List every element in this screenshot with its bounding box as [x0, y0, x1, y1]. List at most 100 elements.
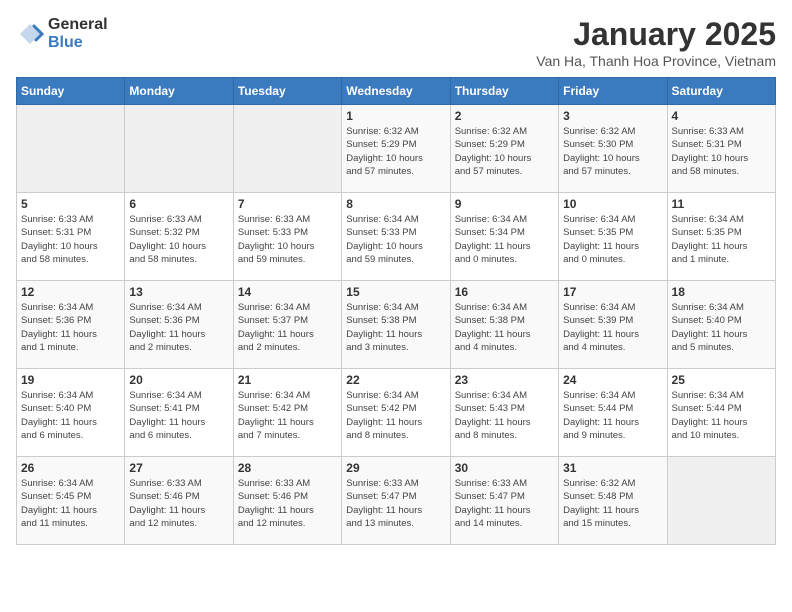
day-number: 31: [563, 461, 662, 475]
day-info: Sunrise: 6:34 AM Sunset: 5:39 PM Dayligh…: [563, 301, 662, 354]
calendar-table: SundayMondayTuesdayWednesdayThursdayFrid…: [16, 77, 776, 545]
calendar-cell: 9Sunrise: 6:34 AM Sunset: 5:34 PM Daylig…: [450, 193, 558, 281]
calendar-cell: 5Sunrise: 6:33 AM Sunset: 5:31 PM Daylig…: [17, 193, 125, 281]
day-info: Sunrise: 6:34 AM Sunset: 5:44 PM Dayligh…: [563, 389, 662, 442]
logo-blue: Blue: [48, 34, 83, 51]
weekday-header: Wednesday: [342, 78, 450, 105]
day-number: 24: [563, 373, 662, 387]
day-number: 17: [563, 285, 662, 299]
calendar-cell: 26 Sunrise: 6:34 AM Sunset: 5:45 PM Dayli…: [17, 457, 125, 545]
calendar-cell: 23Sunrise: 6:34 AM Sunset: 5:43 PM Dayli…: [450, 369, 558, 457]
page-header: General Blue January 2025 Van Ha, Thanh …: [16, 16, 776, 69]
day-number: 5: [21, 197, 120, 211]
day-info: Sunrise: 6:33 AM Sunset: 5:47 PM Dayligh…: [455, 477, 554, 530]
calendar-week-row: 19 Sunrise: 6:34 AM Sunset: 5:40 PM Dayli…: [17, 369, 776, 457]
calendar-cell: 8 Sunrise: 6:34 AM Sunset: 5:33 PM Daylig…: [342, 193, 450, 281]
calendar-cell: 16 Sunrise: 6:34 AM Sunset: 5:38 PM Dayli…: [450, 281, 558, 369]
calendar-cell: 28 Sunrise: 6:33 AM Sunset: 5:46 PM Dayli…: [233, 457, 341, 545]
day-info: Sunrise: 6:34 AM Sunset: 5:34 PM Dayligh…: [455, 213, 554, 266]
calendar-week-row: 12 Sunrise: 6:34 AM Sunset: 5:36 PM Dayli…: [17, 281, 776, 369]
calendar-cell: 12 Sunrise: 6:34 AM Sunset: 5:36 PM Dayli…: [17, 281, 125, 369]
day-number: 19: [21, 373, 120, 387]
calendar-cell: 21 Sunrise: 6:34 AM Sunset: 5:42 PM Dayli…: [233, 369, 341, 457]
calendar-cell: 14Sunrise: 6:34 AM Sunset: 5:37 PM Dayli…: [233, 281, 341, 369]
day-number: 30: [455, 461, 554, 475]
day-number: 11: [672, 197, 771, 211]
day-number: 8: [346, 197, 445, 211]
day-info: Sunrise: 6:33 AM Sunset: 5:32 PM Dayligh…: [129, 213, 228, 266]
day-number: 12: [21, 285, 120, 299]
day-number: 13: [129, 285, 228, 299]
calendar-cell: 2 Sunrise: 6:32 AM Sunset: 5:29 PM Daylig…: [450, 105, 558, 193]
day-number: 7: [238, 197, 337, 211]
calendar-cell: 19 Sunrise: 6:34 AM Sunset: 5:40 PM Dayli…: [17, 369, 125, 457]
day-info: Sunrise: 6:34 AM Sunset: 5:40 PM Dayligh…: [21, 389, 120, 442]
calendar-week-row: 26 Sunrise: 6:34 AM Sunset: 5:45 PM Dayli…: [17, 457, 776, 545]
day-info: Sunrise: 6:34 AM Sunset: 5:36 PM Dayligh…: [21, 301, 120, 354]
day-info: Sunrise: 6:34 AM Sunset: 5:33 PM Dayligh…: [346, 213, 445, 266]
calendar-cell: 7 Sunrise: 6:33 AM Sunset: 5:33 PM Daylig…: [233, 193, 341, 281]
day-number: 4: [672, 109, 771, 123]
day-number: 27: [129, 461, 228, 475]
weekday-header: Thursday: [450, 78, 558, 105]
day-info: Sunrise: 6:33 AM Sunset: 5:33 PM Dayligh…: [238, 213, 337, 266]
calendar-cell: 24 Sunrise: 6:34 AM Sunset: 5:44 PM Dayli…: [559, 369, 667, 457]
calendar-cell: 25Sunrise: 6:34 AM Sunset: 5:44 PM Dayli…: [667, 369, 775, 457]
day-info: Sunrise: 6:33 AM Sunset: 5:47 PM Dayligh…: [346, 477, 445, 530]
day-info: Sunrise: 6:34 AM Sunset: 5:42 PM Dayligh…: [238, 389, 337, 442]
day-info: Sunrise: 6:33 AM Sunset: 5:46 PM Dayligh…: [238, 477, 337, 530]
calendar-cell: 27Sunrise: 6:33 AM Sunset: 5:46 PM Dayli…: [125, 457, 233, 545]
calendar-cell: [125, 105, 233, 193]
calendar-cell: 11 Sunrise: 6:34 AM Sunset: 5:35 PM Dayli…: [667, 193, 775, 281]
logo: General Blue: [16, 16, 108, 52]
calendar-cell: [667, 457, 775, 545]
logo-icon: [16, 20, 44, 48]
calendar-cell: 15 Sunrise: 6:34 AM Sunset: 5:38 PM Dayli…: [342, 281, 450, 369]
day-number: 26: [21, 461, 120, 475]
calendar-cell: 31Sunrise: 6:32 AM Sunset: 5:48 PM Dayli…: [559, 457, 667, 545]
day-number: 6: [129, 197, 228, 211]
location-subtitle: Van Ha, Thanh Hoa Province, Vietnam: [536, 53, 776, 69]
calendar-cell: 30 Sunrise: 6:33 AM Sunset: 5:47 PM Dayli…: [450, 457, 558, 545]
day-number: 20: [129, 373, 228, 387]
day-number: 22: [346, 373, 445, 387]
title-area: January 2025 Van Ha, Thanh Hoa Province,…: [536, 16, 776, 69]
calendar-cell: 22 Sunrise: 6:34 AM Sunset: 5:42 PM Dayli…: [342, 369, 450, 457]
month-title: January 2025: [536, 16, 776, 53]
day-info: Sunrise: 6:34 AM Sunset: 5:38 PM Dayligh…: [346, 301, 445, 354]
calendar-cell: 6 Sunrise: 6:33 AM Sunset: 5:32 PM Daylig…: [125, 193, 233, 281]
day-number: 15: [346, 285, 445, 299]
calendar-cell: 13 Sunrise: 6:34 AM Sunset: 5:36 PM Dayli…: [125, 281, 233, 369]
day-info: Sunrise: 6:34 AM Sunset: 5:40 PM Dayligh…: [672, 301, 771, 354]
calendar-cell: 20 Sunrise: 6:34 AM Sunset: 5:41 PM Dayli…: [125, 369, 233, 457]
day-number: 2: [455, 109, 554, 123]
day-info: Sunrise: 6:34 AM Sunset: 5:38 PM Dayligh…: [455, 301, 554, 354]
day-info: Sunrise: 6:32 AM Sunset: 5:29 PM Dayligh…: [346, 125, 445, 178]
calendar-cell: [17, 105, 125, 193]
day-number: 28: [238, 461, 337, 475]
day-number: 16: [455, 285, 554, 299]
day-info: Sunrise: 6:34 AM Sunset: 5:45 PM Dayligh…: [21, 477, 120, 530]
day-info: Sunrise: 6:34 AM Sunset: 5:36 PM Dayligh…: [129, 301, 228, 354]
day-info: Sunrise: 6:34 AM Sunset: 5:41 PM Dayligh…: [129, 389, 228, 442]
weekday-header: Friday: [559, 78, 667, 105]
day-info: Sunrise: 6:34 AM Sunset: 5:35 PM Dayligh…: [672, 213, 771, 266]
weekday-header: Monday: [125, 78, 233, 105]
calendar-cell: 10 Sunrise: 6:34 AM Sunset: 5:35 PM Dayli…: [559, 193, 667, 281]
day-number: 3: [563, 109, 662, 123]
day-number: 29: [346, 461, 445, 475]
day-number: 14: [238, 285, 337, 299]
calendar-cell: 17 Sunrise: 6:34 AM Sunset: 5:39 PM Dayli…: [559, 281, 667, 369]
logo-general: General: [48, 16, 108, 33]
day-number: 21: [238, 373, 337, 387]
day-info: Sunrise: 6:34 AM Sunset: 5:42 PM Dayligh…: [346, 389, 445, 442]
day-info: Sunrise: 6:34 AM Sunset: 5:35 PM Dayligh…: [563, 213, 662, 266]
day-number: 10: [563, 197, 662, 211]
day-info: Sunrise: 6:34 AM Sunset: 5:44 PM Dayligh…: [672, 389, 771, 442]
day-info: Sunrise: 6:32 AM Sunset: 5:29 PM Dayligh…: [455, 125, 554, 178]
calendar-cell: 1Sunrise: 6:32 AM Sunset: 5:29 PM Daylig…: [342, 105, 450, 193]
day-number: 18: [672, 285, 771, 299]
weekday-header-row: SundayMondayTuesdayWednesdayThursdayFrid…: [17, 78, 776, 105]
calendar-cell: 3Sunrise: 6:32 AM Sunset: 5:30 PM Daylig…: [559, 105, 667, 193]
day-info: Sunrise: 6:34 AM Sunset: 5:43 PM Dayligh…: [455, 389, 554, 442]
